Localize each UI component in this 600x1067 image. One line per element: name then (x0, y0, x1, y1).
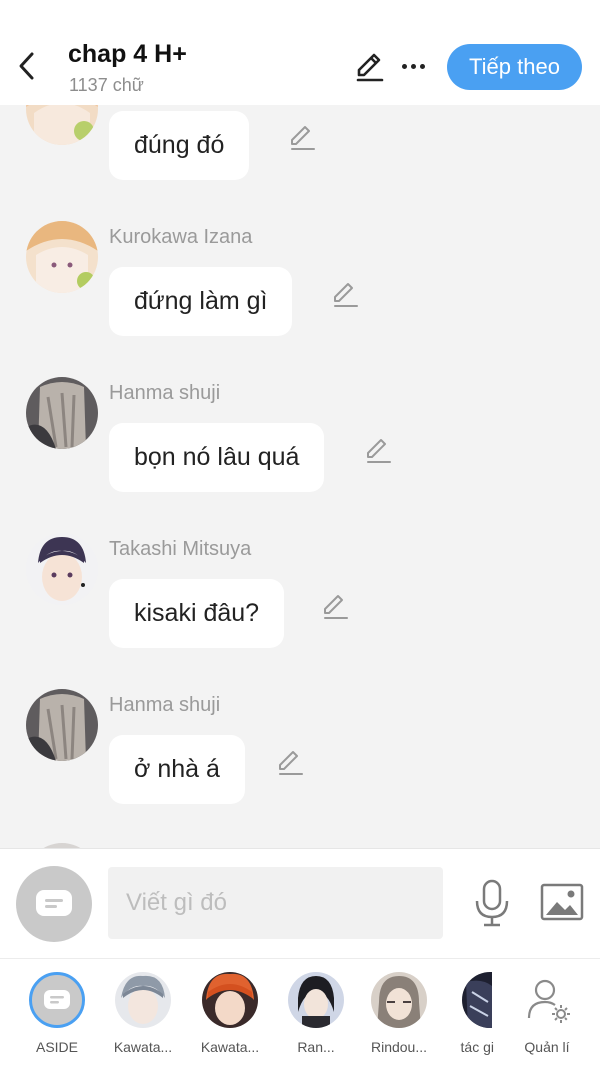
edit-message-button[interactable] (321, 593, 349, 621)
character-item[interactable]: Kawata... (190, 959, 270, 1067)
character-label: ASIDE (35, 1039, 78, 1055)
message-input[interactable] (108, 867, 443, 939)
message-bubble[interactable]: ở nhà á (109, 735, 245, 804)
avatar (288, 972, 344, 1028)
chapter-title: chap 4 H+ (68, 40, 187, 68)
user-settings-icon (527, 979, 570, 1023)
character-item[interactable]: Rindou... (359, 959, 439, 1067)
character-selector: ASIDE Kawata... Kawata... Ran... Rindou.… (0, 958, 600, 1067)
avatar (115, 972, 171, 1028)
edit-message-button[interactable] (288, 124, 316, 152)
character-label: tác gi (460, 1039, 494, 1055)
pencil-icon (279, 751, 303, 775)
message-bubble[interactable]: kisaki đâu? (109, 579, 285, 648)
sender-name: Hanma shuji (109, 382, 221, 404)
avatar[interactable] (26, 533, 98, 605)
more-dot-icon (420, 64, 425, 69)
pencil-icon (324, 595, 348, 619)
character-label: Rindou... (370, 1039, 428, 1055)
chat-bubble-icon (44, 990, 70, 1009)
microphone-icon (475, 879, 509, 927)
next-button[interactable]: Tiếp theo (447, 44, 582, 90)
character-aside[interactable]: ASIDE (17, 959, 97, 1067)
avatar[interactable] (26, 377, 98, 449)
more-dot-icon (402, 64, 407, 69)
pencil-icon (367, 439, 391, 463)
character-label: Kawata... (200, 1039, 260, 1055)
chat-message: Takashi Mitsuya kisaki đâu? (0, 533, 600, 653)
chat-message: Kurokawa Izana đứng làm gì (0, 221, 600, 341)
aside-avatar (29, 972, 85, 1028)
character-item[interactable]: Ran... (276, 959, 356, 1067)
microphone-button[interactable] (473, 879, 511, 927)
sender-name: Kurokawa Izana (109, 226, 253, 248)
manage-icon-wrap (519, 972, 575, 1028)
chevron-left-icon (19, 52, 34, 80)
avatar (462, 972, 492, 1028)
sender-name: Takashi Mitsuya (109, 538, 252, 560)
message-bubble[interactable]: bọn nó lâu quá (109, 423, 325, 492)
avatar[interactable] (26, 105, 98, 145)
character-item[interactable]: Kawata... (103, 959, 183, 1067)
chat-area: đúng đó Kurokawa Izana đứng làm gì Hanma… (0, 105, 600, 848)
back-button[interactable] (14, 50, 40, 82)
chat-bubble-icon (36, 890, 72, 916)
edit-message-button[interactable] (331, 281, 359, 309)
avatar[interactable] (26, 221, 98, 293)
word-count: 1137 chữ (69, 75, 144, 95)
pencil-icon (334, 283, 358, 307)
sender-name: Hanma shuji (109, 694, 221, 716)
edit-message-button[interactable] (276, 749, 304, 777)
character-label: Ran... (297, 1039, 335, 1055)
message-bubble[interactable]: đúng đó (109, 111, 250, 180)
avatar (202, 972, 258, 1028)
character-label: Kawata... (113, 1039, 173, 1055)
chat-message: đúng đó (0, 105, 600, 190)
aside-toggle-button[interactable] (16, 866, 92, 942)
avatar (371, 972, 427, 1028)
chat-message: Hanma shuji bọn nó lâu quá (0, 377, 600, 497)
chat-message: Hanma shuji ở nhà á (0, 689, 600, 809)
character-label: Quản lí (524, 1039, 570, 1055)
compose-bar (0, 848, 600, 958)
image-icon (540, 883, 584, 921)
more-options-button[interactable] (400, 55, 428, 79)
edit-title-button[interactable] (352, 50, 386, 84)
more-dot-icon (411, 64, 416, 69)
edit-message-button[interactable] (364, 437, 392, 465)
insert-image-button[interactable] (540, 882, 584, 922)
character-item[interactable]: tác gi (436, 959, 506, 1067)
top-bar: chap 4 H+ 1137 chữ Tiếp theo (0, 0, 600, 105)
message-bubble[interactable]: đứng làm gì (109, 267, 293, 336)
avatar[interactable] (26, 689, 98, 761)
manage-characters-button[interactable]: Quản lí (507, 959, 587, 1067)
pencil-icon (356, 53, 384, 82)
pencil-icon (291, 126, 315, 150)
